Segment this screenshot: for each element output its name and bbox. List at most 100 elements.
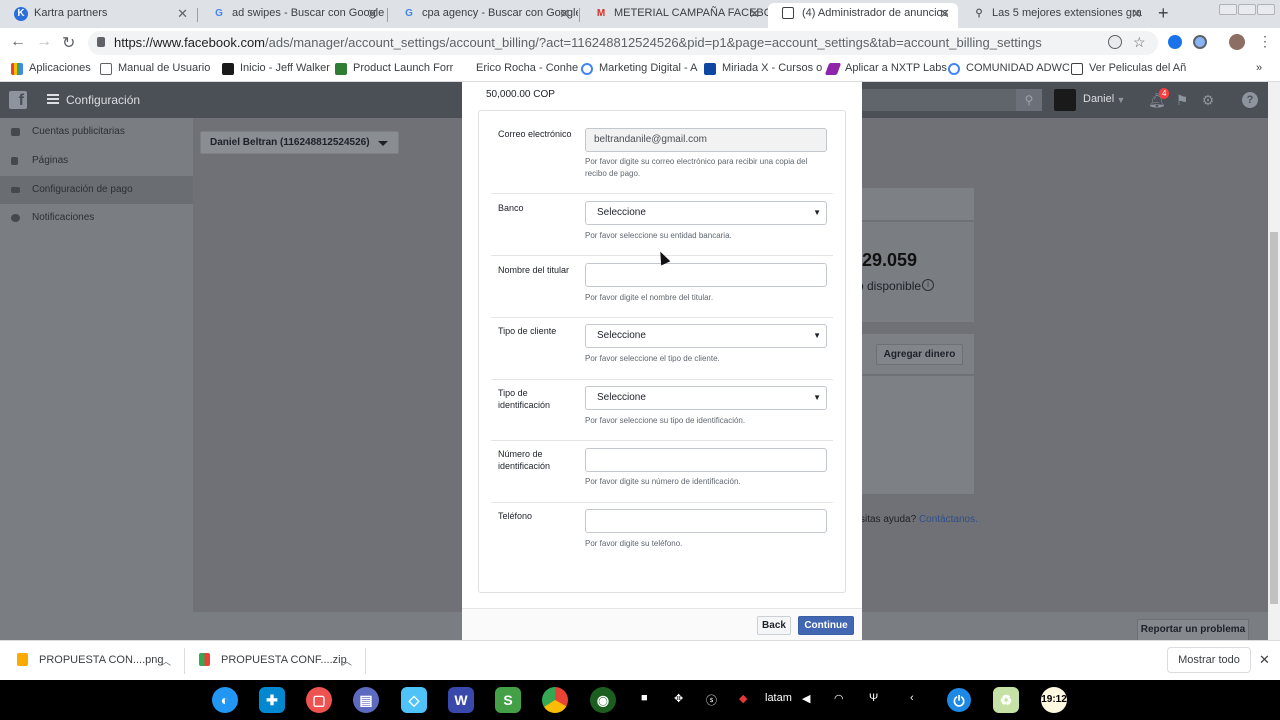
bookmark-item[interactable]: Product Launch Forr [335, 62, 453, 75]
email-field[interactable]: beltrandanile@gmail.com [585, 128, 827, 152]
chevron-left-icon[interactable]: ‹ [910, 692, 914, 704]
chrome-icon[interactable] [542, 687, 568, 713]
sidebar-item-pages[interactable]: Páginas [0, 147, 193, 175]
new-tab-button[interactable]: + [1158, 3, 1169, 24]
bookmark-item[interactable]: Miriada X - Cursos o [704, 62, 822, 75]
skype-icon[interactable]: ⓢ [706, 692, 717, 708]
close-tab-icon[interactable]: ✕ [939, 3, 950, 24]
bookmark-item[interactable]: Erico Rocha - Conhe [458, 62, 578, 75]
bookmark-item[interactable]: Manual de Usuario [100, 62, 210, 75]
more-menu-icon[interactable]: ⋮ [1258, 33, 1272, 50]
user-name[interactable]: Daniel [1083, 93, 1114, 105]
wifi-icon[interactable]: ◠ [834, 692, 844, 705]
sidebar-item-payment-settings[interactable]: Configuración de pago [0, 176, 193, 204]
dropbox-icon[interactable]: ✥ [674, 692, 683, 705]
google-icon [948, 63, 960, 75]
browser-tab[interactable]: G cpa agency - Buscar con Google ✕ [388, 3, 578, 28]
close-downloads-icon[interactable]: ✕ [1259, 652, 1270, 668]
back-arrow-icon[interactable]: ← [10, 33, 26, 51]
minimize-window-button[interactable] [1219, 4, 1237, 15]
wps-spreadsheet-icon[interactable]: S [495, 687, 521, 713]
chevron-up-icon[interactable]: ︿ [161, 653, 171, 668]
notification-badge: 4 [1159, 88, 1170, 99]
flag-icon[interactable]: ⚑ [1174, 92, 1190, 108]
avatar[interactable] [1054, 89, 1076, 111]
bookmark-item[interactable]: Aplicar a NXTP Labs [824, 62, 947, 75]
continue-button[interactable]: Continue [798, 616, 854, 635]
bank-select[interactable]: Seleccione ▼ [585, 201, 827, 225]
client-type-hint: Por favor seleccione el tipo de cliente. [585, 354, 720, 363]
scrollbar-thumb[interactable] [1270, 232, 1278, 604]
power-icon[interactable]: ⏻ [947, 688, 971, 712]
blocked-content-icon[interactable] [1108, 35, 1122, 49]
usb-icon[interactable]: Ψ [869, 692, 878, 704]
file-manager-icon[interactable]: ▤ [353, 687, 379, 713]
reload-icon[interactable]: ↻ [62, 33, 75, 53]
volume-icon[interactable]: ◀ [802, 692, 810, 705]
add-money-button[interactable]: Agregar dinero [876, 344, 963, 365]
help-icon[interactable]: ? [1242, 92, 1258, 108]
bookmark-item[interactable]: Inicio - Jeff Walker [222, 62, 330, 75]
maximize-window-button[interactable] [1238, 4, 1256, 15]
wps-writer-icon[interactable]: W [448, 687, 474, 713]
phone-field[interactable] [585, 509, 827, 533]
music-player-icon[interactable]: ◉ [590, 687, 616, 713]
trash-icon[interactable]: ♻ [993, 687, 1019, 713]
screen-recorder-icon[interactable]: ▢ [306, 687, 332, 713]
close-tab-icon[interactable]: ✕ [177, 3, 188, 24]
app-store-icon[interactable]: ◇ [401, 687, 427, 713]
bookmark-item[interactable]: Marketing Digital - A [581, 62, 697, 75]
sidebar-item-ad-accounts[interactable]: Cuentas publicitarias [0, 118, 193, 146]
tab-title: ad swipes - Buscar con Google [232, 7, 385, 19]
search-icon[interactable]: ⚲ [1016, 89, 1042, 111]
contact-link[interactable]: Contáctanos. [919, 514, 978, 525]
chevron-up-icon[interactable]: ︿ [342, 653, 352, 668]
browser-tab-active[interactable]: (4) Administrador de anuncios ✕ [768, 3, 958, 28]
browser-tab[interactable]: ⚲ Las 5 mejores extensiones gra ✕ [958, 3, 1150, 28]
profile-avatar[interactable] [1229, 34, 1245, 50]
info-icon[interactable]: i [922, 279, 934, 291]
close-tab-icon[interactable]: ✕ [367, 3, 378, 24]
close-tab-icon[interactable]: ✕ [749, 3, 760, 24]
forward-arrow-icon[interactable]: → [36, 33, 52, 51]
clock[interactable]: 19:12 [1041, 687, 1067, 713]
more-bookmarks-icon[interactable]: » [1256, 62, 1262, 74]
bookmark-item[interactable]: COMUNIDAD ADWC [948, 62, 1070, 75]
browser-tab[interactable]: M METERIAL CAMPAÑA FACEBOOK ✕ [580, 3, 768, 28]
download-item[interactable]: PROPUESTA CONF....zip [199, 653, 347, 666]
account-selector[interactable]: Daniel Beltran (116248812524526) [200, 131, 399, 154]
facebook-logo-icon[interactable]: f [9, 91, 27, 109]
browser-tab[interactable]: G ad swipes - Buscar con Google ✕ [198, 3, 386, 28]
chevron-down-icon[interactable]: ▼ [1113, 92, 1129, 108]
browser-tab[interactable]: K Kartra partners ✕ [0, 3, 196, 28]
extension-icon[interactable] [1168, 35, 1182, 49]
close-tab-icon[interactable]: ✕ [1131, 3, 1142, 24]
bookmarks-bar: Aplicaciones Manual de Usuario Inicio - … [0, 58, 1280, 82]
hamburger-menu-icon[interactable] [47, 94, 59, 104]
bookmark-item[interactable]: Ver Peliculas del Añ [1071, 62, 1186, 75]
tray-text[interactable]: latam [765, 692, 792, 704]
sidebar-item-notifications[interactable]: Notificaciones [0, 204, 193, 232]
report-problem-button[interactable]: Reportar un problema [1137, 619, 1249, 641]
address-bar[interactable]: https://www.facebook.com/ads/manager/acc… [88, 31, 1158, 55]
id-number-field[interactable] [585, 448, 827, 472]
close-window-button[interactable] [1257, 4, 1275, 15]
download-item[interactable]: PROPUESTA CON....png [17, 653, 164, 666]
back-button[interactable]: Back [757, 616, 791, 635]
camera-icon[interactable]: ■ [641, 692, 648, 704]
multitask-view-icon[interactable]: ✚ [259, 687, 285, 713]
record-icon[interactable]: ◆ [739, 692, 747, 705]
holder-name-field[interactable] [585, 263, 827, 287]
close-tab-icon[interactable]: ✕ [559, 3, 570, 24]
bookmark-star-icon[interactable]: ☆ [1133, 34, 1146, 51]
gear-icon[interactable]: ⚙ [1200, 92, 1216, 108]
id-type-select[interactable]: Seleccione ▼ [585, 386, 827, 410]
id-number-label: Número de identificación [498, 449, 551, 471]
client-type-select[interactable]: Seleccione ▼ [585, 324, 827, 348]
show-all-downloads-button[interactable]: Mostrar todo [1167, 647, 1251, 673]
deepin-launcher-icon[interactable]: ◐ [212, 687, 238, 713]
search-input[interactable]: ⚲ [862, 89, 1042, 111]
bookmark-apps[interactable]: Aplicaciones [11, 62, 91, 75]
extension-icon[interactable] [1193, 35, 1207, 49]
tab-title: METERIAL CAMPAÑA FACEBOOK [614, 7, 768, 19]
